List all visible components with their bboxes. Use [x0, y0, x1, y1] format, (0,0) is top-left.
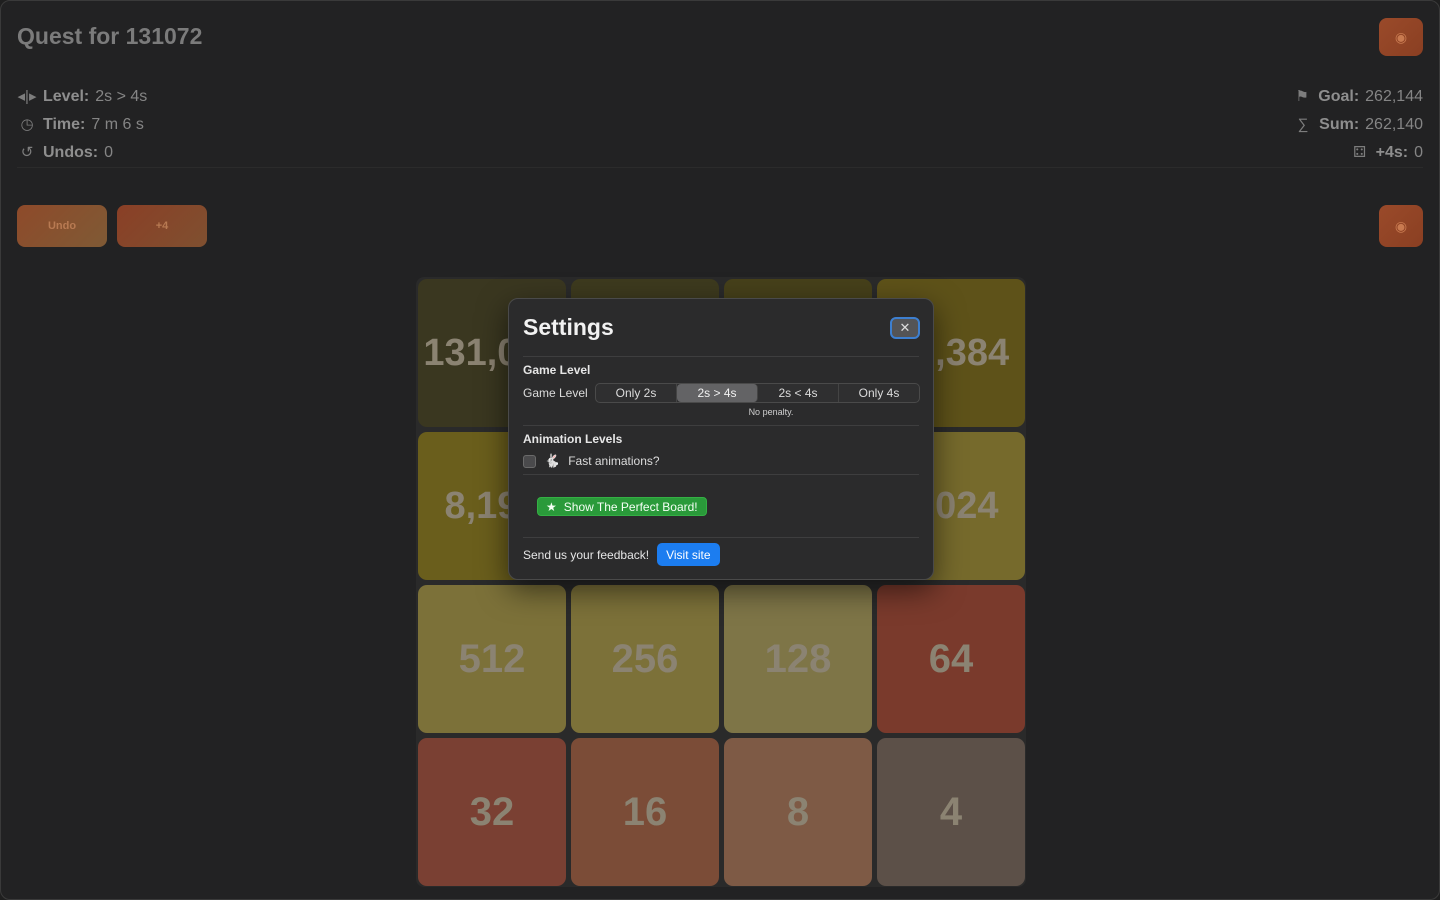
app-window: Quest for 131072 ◉ ◂|▸ Level: 2s > 4s ◷ … [0, 0, 1440, 900]
star-icon: ★ [546, 499, 557, 514]
board-tile: 8 [724, 738, 872, 886]
menu-button[interactable]: ◉ [1379, 18, 1423, 56]
header-divider [17, 167, 1423, 168]
stat-goal: ⚑ Goal: 262,144 [1292, 83, 1423, 111]
stat-value: 0 [1414, 144, 1423, 161]
stat-plus4s: ⚃ +4s: 0 [1292, 139, 1423, 167]
stat-time: ◷ Time: 7 m 6 s [17, 111, 147, 139]
stat-label: Goal: [1318, 88, 1360, 105]
segment-only-4s[interactable]: Only 4s [839, 384, 919, 402]
stat-label: Time: [43, 116, 86, 133]
stat-label: Level: [43, 88, 90, 105]
board-tile: 512 [418, 585, 566, 733]
hare-icon: 🐇 [544, 453, 561, 468]
board-tile: 4 [877, 738, 1025, 886]
level-icon: ◂|▸ [17, 88, 37, 105]
board-tile: 256 [571, 585, 719, 733]
board-tile: 64 [877, 585, 1025, 733]
section-title-animation: Animation Levels [523, 432, 623, 446]
stat-value: 7 m 6 s [91, 116, 144, 133]
close-button[interactable]: ✕ [890, 317, 920, 339]
section-title-game-level: Game Level [523, 363, 591, 377]
dialog-title: Settings [523, 314, 614, 340]
undo-icon: ↺ [20, 144, 34, 161]
close-icon: ✕ [899, 320, 911, 335]
stat-label: Sum: [1319, 116, 1360, 133]
dice-icon: ⚃ [1353, 144, 1367, 161]
game-level-segmented-control: Only 2s 2s > 4s 2s < 4s Only 4s [595, 383, 920, 403]
stat-level: ◂|▸ Level: 2s > 4s [17, 83, 148, 111]
settings-button[interactable]: ◉ [1379, 205, 1423, 247]
segment-2s-lt-4s[interactable]: 2s < 4s [758, 384, 839, 402]
feedback-row: Send us your feedback! Visit site [523, 543, 720, 566]
plus4-button[interactable]: +4 [117, 205, 207, 247]
divider [523, 474, 919, 475]
page-title: Quest for 131072 [17, 23, 203, 49]
show-perfect-board-button[interactable]: ★ Show The Perfect Board! [537, 497, 707, 516]
segment-2s-gt-4s[interactable]: 2s > 4s [677, 384, 758, 402]
visit-site-button[interactable]: Visit site [657, 543, 720, 566]
feedback-label: Send us your feedback! [523, 547, 650, 562]
stat-sum: ∑ Sum: 262,140 [1292, 111, 1423, 139]
game-level-label: Game Level [523, 386, 588, 400]
settings-dialog: Settings ✕ Game Level Game Level Only 2s… [508, 298, 934, 580]
stat-value: 2s > 4s [95, 88, 148, 105]
perfect-board-label: Show The Perfect Board! [563, 499, 698, 514]
sum-icon: ∑ [1297, 116, 1309, 133]
fast-animations-row: 🐇 Fast animations? [523, 453, 660, 469]
stat-undos: ↺ Undos: 0 [17, 139, 147, 167]
stat-value: 262,140 [1365, 116, 1423, 133]
fast-animations-label: Fast animations? [568, 454, 660, 468]
undo-button[interactable]: Undo [17, 205, 107, 247]
target-icon: ◉ [1394, 28, 1408, 45]
divider [523, 425, 919, 426]
stat-label: Undos: [43, 144, 99, 161]
board-tile: 32 [418, 738, 566, 886]
flag-icon: ⚑ [1295, 88, 1309, 105]
stat-value: 262,144 [1365, 88, 1423, 105]
stats-left: ◂|▸ Level: 2s > 4s ◷ Time: 7 m 6 s ↺ Und… [17, 83, 148, 167]
divider [523, 356, 919, 357]
fast-animations-checkbox[interactable] [523, 454, 536, 468]
target-icon: ◉ [1394, 217, 1408, 234]
clock-icon: ◷ [20, 116, 34, 133]
stats-right: ⚑ Goal: 262,144 ∑ Sum: 262,140 ⚃ +4s: 0 [1292, 83, 1423, 167]
board-tile: 16 [571, 738, 719, 886]
stat-label: +4s: [1375, 144, 1409, 161]
segment-only-2s[interactable]: Only 2s [596, 384, 677, 402]
board-tile: 128 [724, 585, 872, 733]
game-level-note: No penalty. [748, 407, 794, 417]
stat-value: 0 [104, 144, 114, 161]
divider [523, 537, 919, 538]
